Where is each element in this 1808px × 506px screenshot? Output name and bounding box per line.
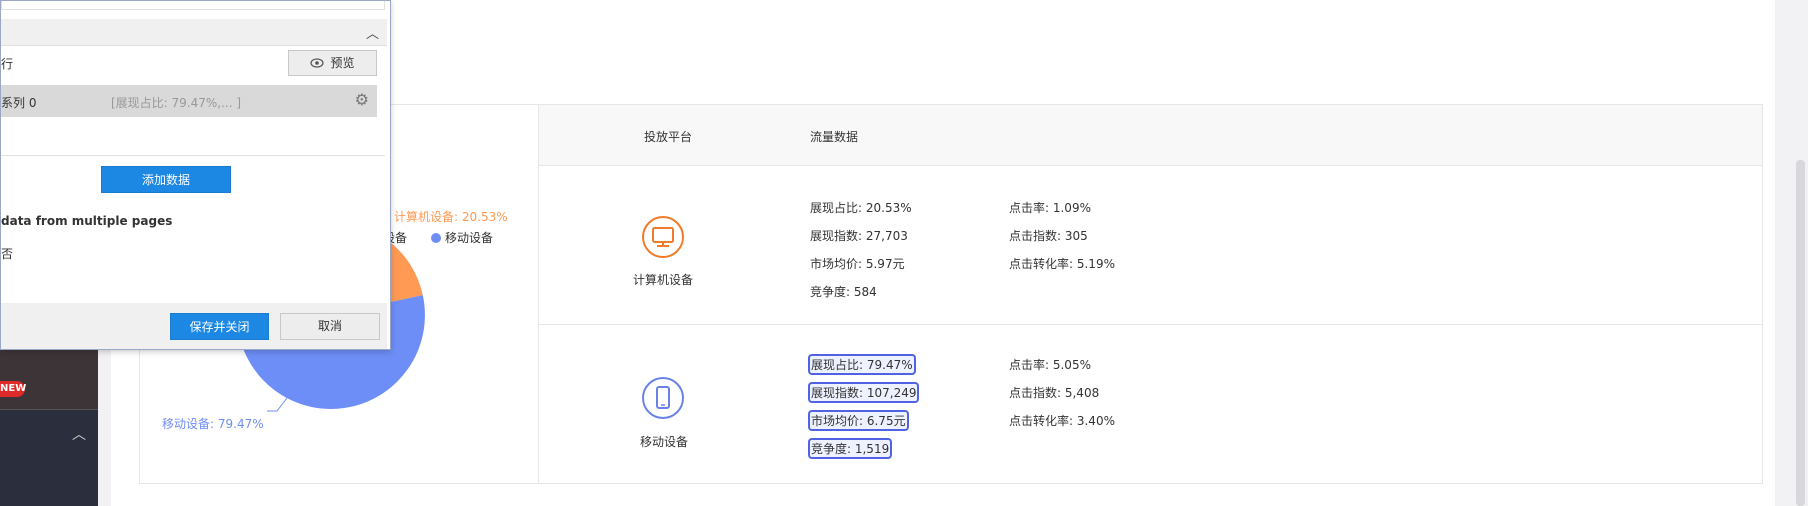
metric-click-index: 点击指数: 5,408	[1009, 386, 1100, 400]
legend-mobile[interactable]: 移动设备	[431, 229, 493, 246]
multi-page-option[interactable]: 否	[1, 245, 13, 262]
pie-label-computer: 计算机设备: 20.53%	[394, 210, 508, 224]
chevron-up-icon[interactable]: ︿	[366, 23, 379, 42]
metric-conversion-rate: 点击转化率: 5.19%	[1009, 257, 1115, 271]
save-close-button[interactable]: 保存并关闭	[170, 313, 269, 340]
legend-dot-icon	[431, 233, 441, 243]
data-extraction-dialog: ︿ 行 预览 系列 0 [展现占比: 79.47%,... ] ⚙ 添加数据 d…	[0, 0, 391, 350]
sidebar-nav-section[interactable]: ︿	[0, 410, 98, 506]
metric-ctr: 点击率: 5.05%	[1009, 358, 1091, 372]
series-label: 系列 0	[1, 96, 37, 110]
metric-market-price[interactable]: 市场均价: 6.75元	[808, 410, 909, 431]
metric-conversion-rate: 点击转化率: 3.40%	[1009, 414, 1115, 428]
legend-mobile-label: 移动设备	[445, 231, 494, 245]
series-preview: [展现占比: 79.47%,... ]	[111, 96, 242, 110]
metric-competition[interactable]: 竞争度: 1,519	[808, 438, 893, 459]
section-header[interactable]: ︿	[1, 19, 387, 46]
metric-impression-share[interactable]: 展现占比: 79.47%	[808, 354, 916, 375]
table-header: 投放平台 流量数据	[539, 105, 1762, 166]
dialog-footer: 保存并关闭 取消	[1, 303, 387, 349]
row-label: 行	[1, 57, 14, 71]
preview-button-label: 预览	[330, 56, 355, 70]
scrollbar[interactable]	[1775, 0, 1808, 506]
metric-impression-share: 展现占比: 20.53%	[810, 201, 912, 215]
metric-impression-index[interactable]: 展现指数: 107,249	[808, 382, 920, 403]
metric-competition: 竞争度: 584	[810, 285, 877, 299]
table-row: 移动设备 展现占比: 79.47% 展现指数: 107,249 市场均价: 6.…	[539, 325, 1762, 483]
chevron-up-icon[interactable]: ︿	[72, 424, 86, 444]
pie-leader-mobile	[267, 397, 288, 412]
multi-page-label: data from multiple pages	[1, 214, 173, 228]
top-input-field[interactable]	[1, 1, 385, 10]
metric-click-index: 点击指数: 305	[1009, 229, 1088, 243]
cancel-button[interactable]: 取消	[280, 313, 380, 340]
monitor-icon	[642, 216, 684, 258]
gear-icon[interactable]: ⚙	[355, 90, 369, 109]
mobile-phone-icon	[642, 377, 684, 419]
eye-icon	[310, 58, 325, 68]
header-traffic: 流量数据	[810, 130, 859, 144]
platform-label: 移动设备	[640, 435, 689, 449]
series-row[interactable]: 系列 0 [展现占比: 79.47%,... ] ⚙	[1, 85, 377, 117]
traffic-table: 投放平台 流量数据 计算机设备 展现占比: 20.53% 展现指数: 27,70…	[539, 105, 1762, 483]
metric-ctr: 点击率: 1.09%	[1009, 201, 1091, 215]
preview-button[interactable]: 预览	[288, 50, 377, 76]
pie-label-mobile: 移动设备: 79.47%	[162, 417, 264, 431]
platform-label: 计算机设备	[633, 273, 694, 287]
add-data-button[interactable]: 添加数据	[101, 166, 231, 193]
new-badge: NEW	[0, 381, 26, 397]
metric-impression-index: 展现指数: 27,703	[810, 229, 908, 243]
scrollbar-thumb[interactable]	[1796, 160, 1805, 506]
header-platform: 投放平台	[644, 130, 693, 144]
metric-market-price: 市场均价: 5.97元	[810, 257, 905, 271]
table-row: 计算机设备 展现占比: 20.53% 展现指数: 27,703 市场均价: 5.…	[539, 166, 1762, 325]
